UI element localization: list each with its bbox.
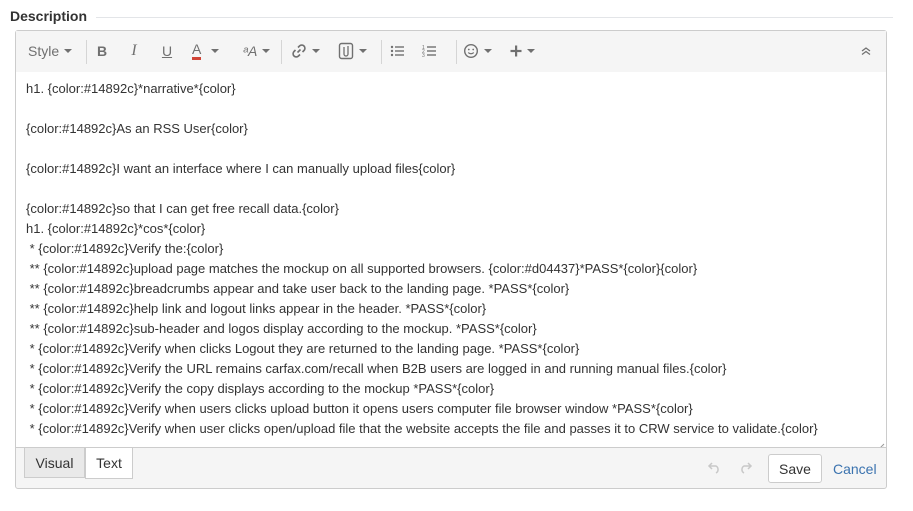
italic-button[interactable]: I <box>129 40 139 62</box>
text-line: * {color:#14892c}Verify the URL remains … <box>26 361 727 376</box>
text-line: {color:#14892c}As an RSS User{color} <box>26 121 248 136</box>
toolbar-separator <box>456 40 457 64</box>
chevron-down-icon <box>211 49 220 53</box>
underline-button[interactable]: U <box>161 40 173 62</box>
formatting-icon: ᵃA <box>243 43 258 59</box>
chevron-down-icon <box>312 49 320 53</box>
emoticon-button[interactable] <box>463 40 492 62</box>
redo-icon[interactable] <box>737 460 753 479</box>
section-divider <box>96 17 893 18</box>
bullet-list-icon <box>390 44 405 58</box>
more-formatting-button[interactable]: ᵃA <box>243 40 271 62</box>
editor-toolbar: Style B I U A ᵃA 1 2 3 <box>16 31 886 73</box>
smiley-icon <box>463 43 479 59</box>
italic-icon: I <box>131 42 137 59</box>
plus-icon <box>510 45 522 57</box>
text-line: * {color:#14892c}Verify when users click… <box>26 401 693 416</box>
text-line: h1. {color:#14892c}*cos*{color} <box>26 221 206 236</box>
numbered-list-icon: 123 <box>422 44 437 58</box>
cancel-link[interactable]: Cancel <box>833 454 877 483</box>
text-line: * {color:#14892c}Verify the copy display… <box>26 381 495 396</box>
text-line: * {color:#14892c}Verify the:{color} <box>26 241 224 256</box>
double-chevron-up-icon <box>861 46 871 56</box>
chevron-down-icon <box>262 49 271 53</box>
toolbar-separator <box>281 40 282 64</box>
text-line: {color:#14892c}I want an interface where… <box>26 161 456 176</box>
undo-icon[interactable] <box>707 460 723 479</box>
insert-more-button[interactable] <box>510 40 535 62</box>
collapse-toolbar-button[interactable] <box>861 40 871 62</box>
bold-button[interactable]: B <box>96 40 108 62</box>
description-text: h1. {color:#14892c}*narrative*{color} {co… <box>26 79 882 439</box>
chevron-down-icon <box>64 49 73 53</box>
text-line: h1. {color:#14892c}*narrative*{color} <box>26 81 236 96</box>
editor-footer: Visual Text Save Cancel <box>16 448 886 488</box>
numbered-list-button[interactable]: 123 <box>422 40 437 62</box>
text-color-icon: A <box>192 42 202 60</box>
attachment-button[interactable] <box>338 40 367 62</box>
text-line: ** {color:#14892c}sub-header and logos d… <box>26 321 537 336</box>
tab-text[interactable]: Text <box>85 448 133 479</box>
style-dropdown[interactable]: Style <box>28 40 73 62</box>
bullet-list-button[interactable] <box>390 40 405 62</box>
description-heading: Description <box>10 8 88 24</box>
toolbar-separator <box>381 40 382 64</box>
text-line: * {color:#14892c}Verify when clicks Logo… <box>26 341 580 356</box>
text-line <box>26 179 882 199</box>
text-color-button[interactable]: A <box>192 40 220 62</box>
save-button[interactable]: Save <box>768 454 822 483</box>
chevron-down-icon <box>359 49 367 53</box>
wiki-editor: Style B I U A ᵃA 1 2 3 h1. {color:#14892… <box>15 30 887 489</box>
text-line: * {color:#14892c}Verify when user clicks… <box>26 421 818 436</box>
text-line <box>26 99 882 119</box>
svg-text:3: 3 <box>422 53 425 58</box>
bold-icon: B <box>96 43 108 59</box>
description-textarea[interactable]: h1. {color:#14892c}*narrative*{color} {co… <box>16 72 886 448</box>
text-line: ** {color:#14892c}breadcrumbs appear and… <box>26 281 570 296</box>
text-line: ** {color:#14892c}help link and logout l… <box>26 301 487 316</box>
style-label: Style <box>28 43 60 59</box>
chevron-down-icon <box>484 49 492 53</box>
attachment-icon <box>338 42 354 60</box>
resize-handle-icon[interactable] <box>877 438 885 447</box>
text-line: {color:#14892c}so that I can get free re… <box>26 201 339 216</box>
chevron-down-icon <box>527 49 535 53</box>
text-line: ** {color:#14892c}upload page matches th… <box>26 261 698 276</box>
tab-visual[interactable]: Visual <box>24 448 85 478</box>
toolbar-separator <box>86 40 87 64</box>
text-line <box>26 139 882 159</box>
underline-icon: U <box>161 43 173 59</box>
link-icon <box>291 43 307 59</box>
link-button[interactable] <box>291 40 320 62</box>
